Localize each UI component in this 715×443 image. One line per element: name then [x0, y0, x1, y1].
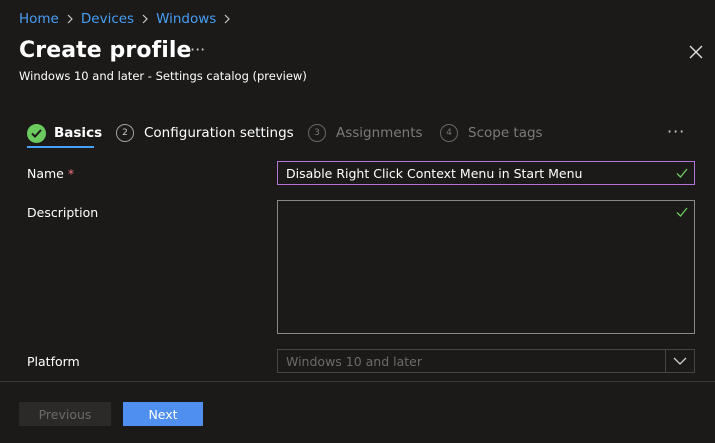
tab-scope-tags-label: Scope tags [468, 125, 543, 141]
page-subtitle: Windows 10 and later - Settings catalog … [19, 69, 307, 83]
name-field-value: Disable Right Click Context Menu in Star… [286, 166, 583, 181]
previous-button[interactable]: Previous [19, 402, 111, 426]
breadcrumb-devices[interactable]: Devices [81, 11, 134, 27]
platform-select[interactable]: Windows 10 and later [277, 349, 695, 373]
more-options-button[interactable]: ··· [190, 40, 205, 59]
description-field[interactable] [277, 200, 695, 334]
next-button[interactable]: Next [123, 402, 203, 426]
chevron-right-icon [59, 11, 81, 27]
name-label-text: Name [27, 166, 64, 181]
wizard-steps: Basics 2 Configuration settings 3 Assign… [19, 118, 699, 150]
close-icon[interactable] [688, 44, 704, 60]
checkmark-icon [676, 207, 688, 217]
description-label: Description [27, 205, 99, 220]
footer-divider [0, 381, 715, 382]
chevron-down-icon [665, 350, 694, 372]
tab-configuration-settings-label: Configuration settings [144, 125, 294, 141]
step-number: 4 [440, 124, 458, 142]
tabs-more-button[interactable]: ··· [667, 122, 685, 141]
checkmark-icon [676, 168, 688, 178]
checkmark-circle-icon [27, 123, 46, 143]
chevron-right-icon [134, 11, 156, 27]
tab-configuration-settings[interactable]: 2 Configuration settings [116, 118, 294, 148]
breadcrumb: Home Devices Windows [19, 11, 238, 27]
platform-label: Platform [27, 354, 80, 369]
platform-select-value: Windows 10 and later [286, 354, 423, 369]
name-label: Name * [27, 166, 74, 181]
tab-assignments[interactable]: 3 Assignments [308, 118, 423, 148]
create-profile-page: Home Devices Windows Create profile ··· … [0, 0, 715, 443]
tab-basics-label: Basics [54, 125, 103, 141]
tab-assignments-label: Assignments [336, 125, 423, 141]
chevron-right-icon [216, 11, 238, 27]
tab-scope-tags[interactable]: 4 Scope tags [440, 118, 543, 148]
active-tab-indicator [27, 146, 94, 148]
required-mark: * [67, 166, 75, 181]
step-number: 3 [308, 124, 326, 142]
tab-basics[interactable]: Basics [27, 118, 102, 148]
step-number: 2 [116, 124, 134, 142]
name-field[interactable]: Disable Right Click Context Menu in Star… [277, 161, 695, 185]
page-title: Create profile [19, 38, 192, 63]
breadcrumb-windows[interactable]: Windows [156, 11, 216, 27]
breadcrumb-home[interactable]: Home [19, 11, 59, 27]
